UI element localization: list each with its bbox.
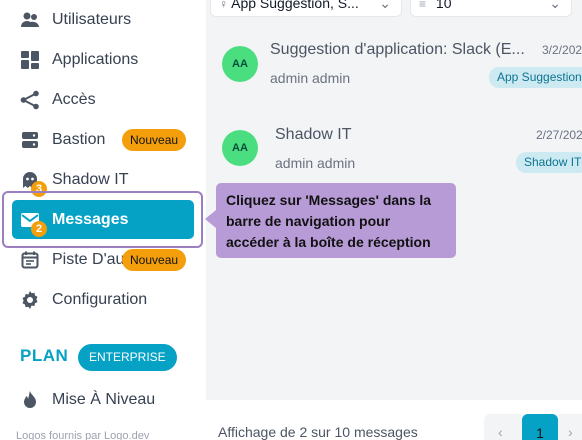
sidebar-item-label: Configuration [52,291,148,308]
app-filter-value: App Suggestion, S... [231,0,359,11]
message-date: 2/27/202 [536,128,582,142]
next-page-button[interactable]: › [568,424,573,440]
users-icon [20,10,40,30]
tooltip-arrow [205,210,216,228]
prev-page-button[interactable]: ‹ [498,424,503,440]
sidebar-item-configuration[interactable]: Configuration [0,280,206,320]
server-icon [20,130,40,150]
calendar-icon [20,250,40,270]
flame-icon [20,390,40,410]
page-size-select[interactable]: ≡ 10 ⌄ [410,0,572,17]
guide-tooltip: Cliquez sur 'Messages' dans la barre de … [216,183,456,258]
sidebar-item-audit-trail[interactable]: Piste D'au Nouveau [0,240,206,280]
sidebar-item-label: Accès [52,91,96,108]
message-tag: Shadow IT [516,152,582,173]
logo-credit: Logos fournis par Logo.dev [16,430,150,440]
share-icon [20,90,40,110]
sidebar-item-messages[interactable]: Messages 2 [0,200,206,240]
message-title: Shadow IT [275,126,352,143]
page-1-button[interactable]: 1 [522,414,558,440]
plan-badge: ENTERPRISE [78,344,177,371]
pager: ‹ 1 › [484,414,582,440]
new-badge: Nouveau [122,249,187,271]
plan-label: PLAN [20,346,69,365]
results-summary: Affichage de 2 sur 10 messages [218,424,418,440]
sidebar-item-label: Messages [52,211,129,228]
message-row[interactable]: AA Suggestion d'application: Slack (E...… [206,36,582,116]
sidebar: Utilisateurs Applications Accès Bastion … [0,0,206,440]
avatar: AA [222,130,258,166]
sidebar-item-access[interactable]: Accès [0,80,206,120]
chevron-down-icon: ⌄ [549,0,561,11]
list-icon: ≡ [419,0,427,11]
upgrade-link[interactable]: Mise À Niveau [0,380,206,420]
sidebar-item-label: Piste D'au [52,251,125,268]
messages-count-badge: 2 [31,221,47,237]
gear-icon [20,290,40,310]
grid-icon [20,50,40,70]
app-filter-select[interactable]: ♀ App Suggestion, S... ⌄ [210,0,402,17]
filter-icon: ♀ [219,0,228,11]
message-tag: App Suggestion [489,67,582,88]
sidebar-item-users[interactable]: Utilisateurs [0,0,206,40]
message-date: 3/2/202 [542,43,582,57]
sidebar-item-label: Utilisateurs [52,11,132,28]
sidebar-item-label: Applications [52,51,139,68]
page-size-value: 10 [435,0,452,11]
pagination-bar: Affichage de 2 sur 10 messages ‹ 1 › [206,400,582,440]
sidebar-item-label: Bastion [52,131,106,148]
upgrade-label: Mise À Niveau [52,391,156,408]
chevron-down-icon: ⌄ [379,0,391,11]
message-sender: admin admin [275,155,356,171]
new-badge: Nouveau [122,129,187,151]
message-sender: admin admin [270,70,351,86]
avatar: AA [222,46,258,82]
sidebar-item-applications[interactable]: Applications [0,40,206,80]
sidebar-item-bastion[interactable]: Bastion Nouveau [0,120,206,160]
message-title: Suggestion d'application: Slack (E... [270,41,525,58]
